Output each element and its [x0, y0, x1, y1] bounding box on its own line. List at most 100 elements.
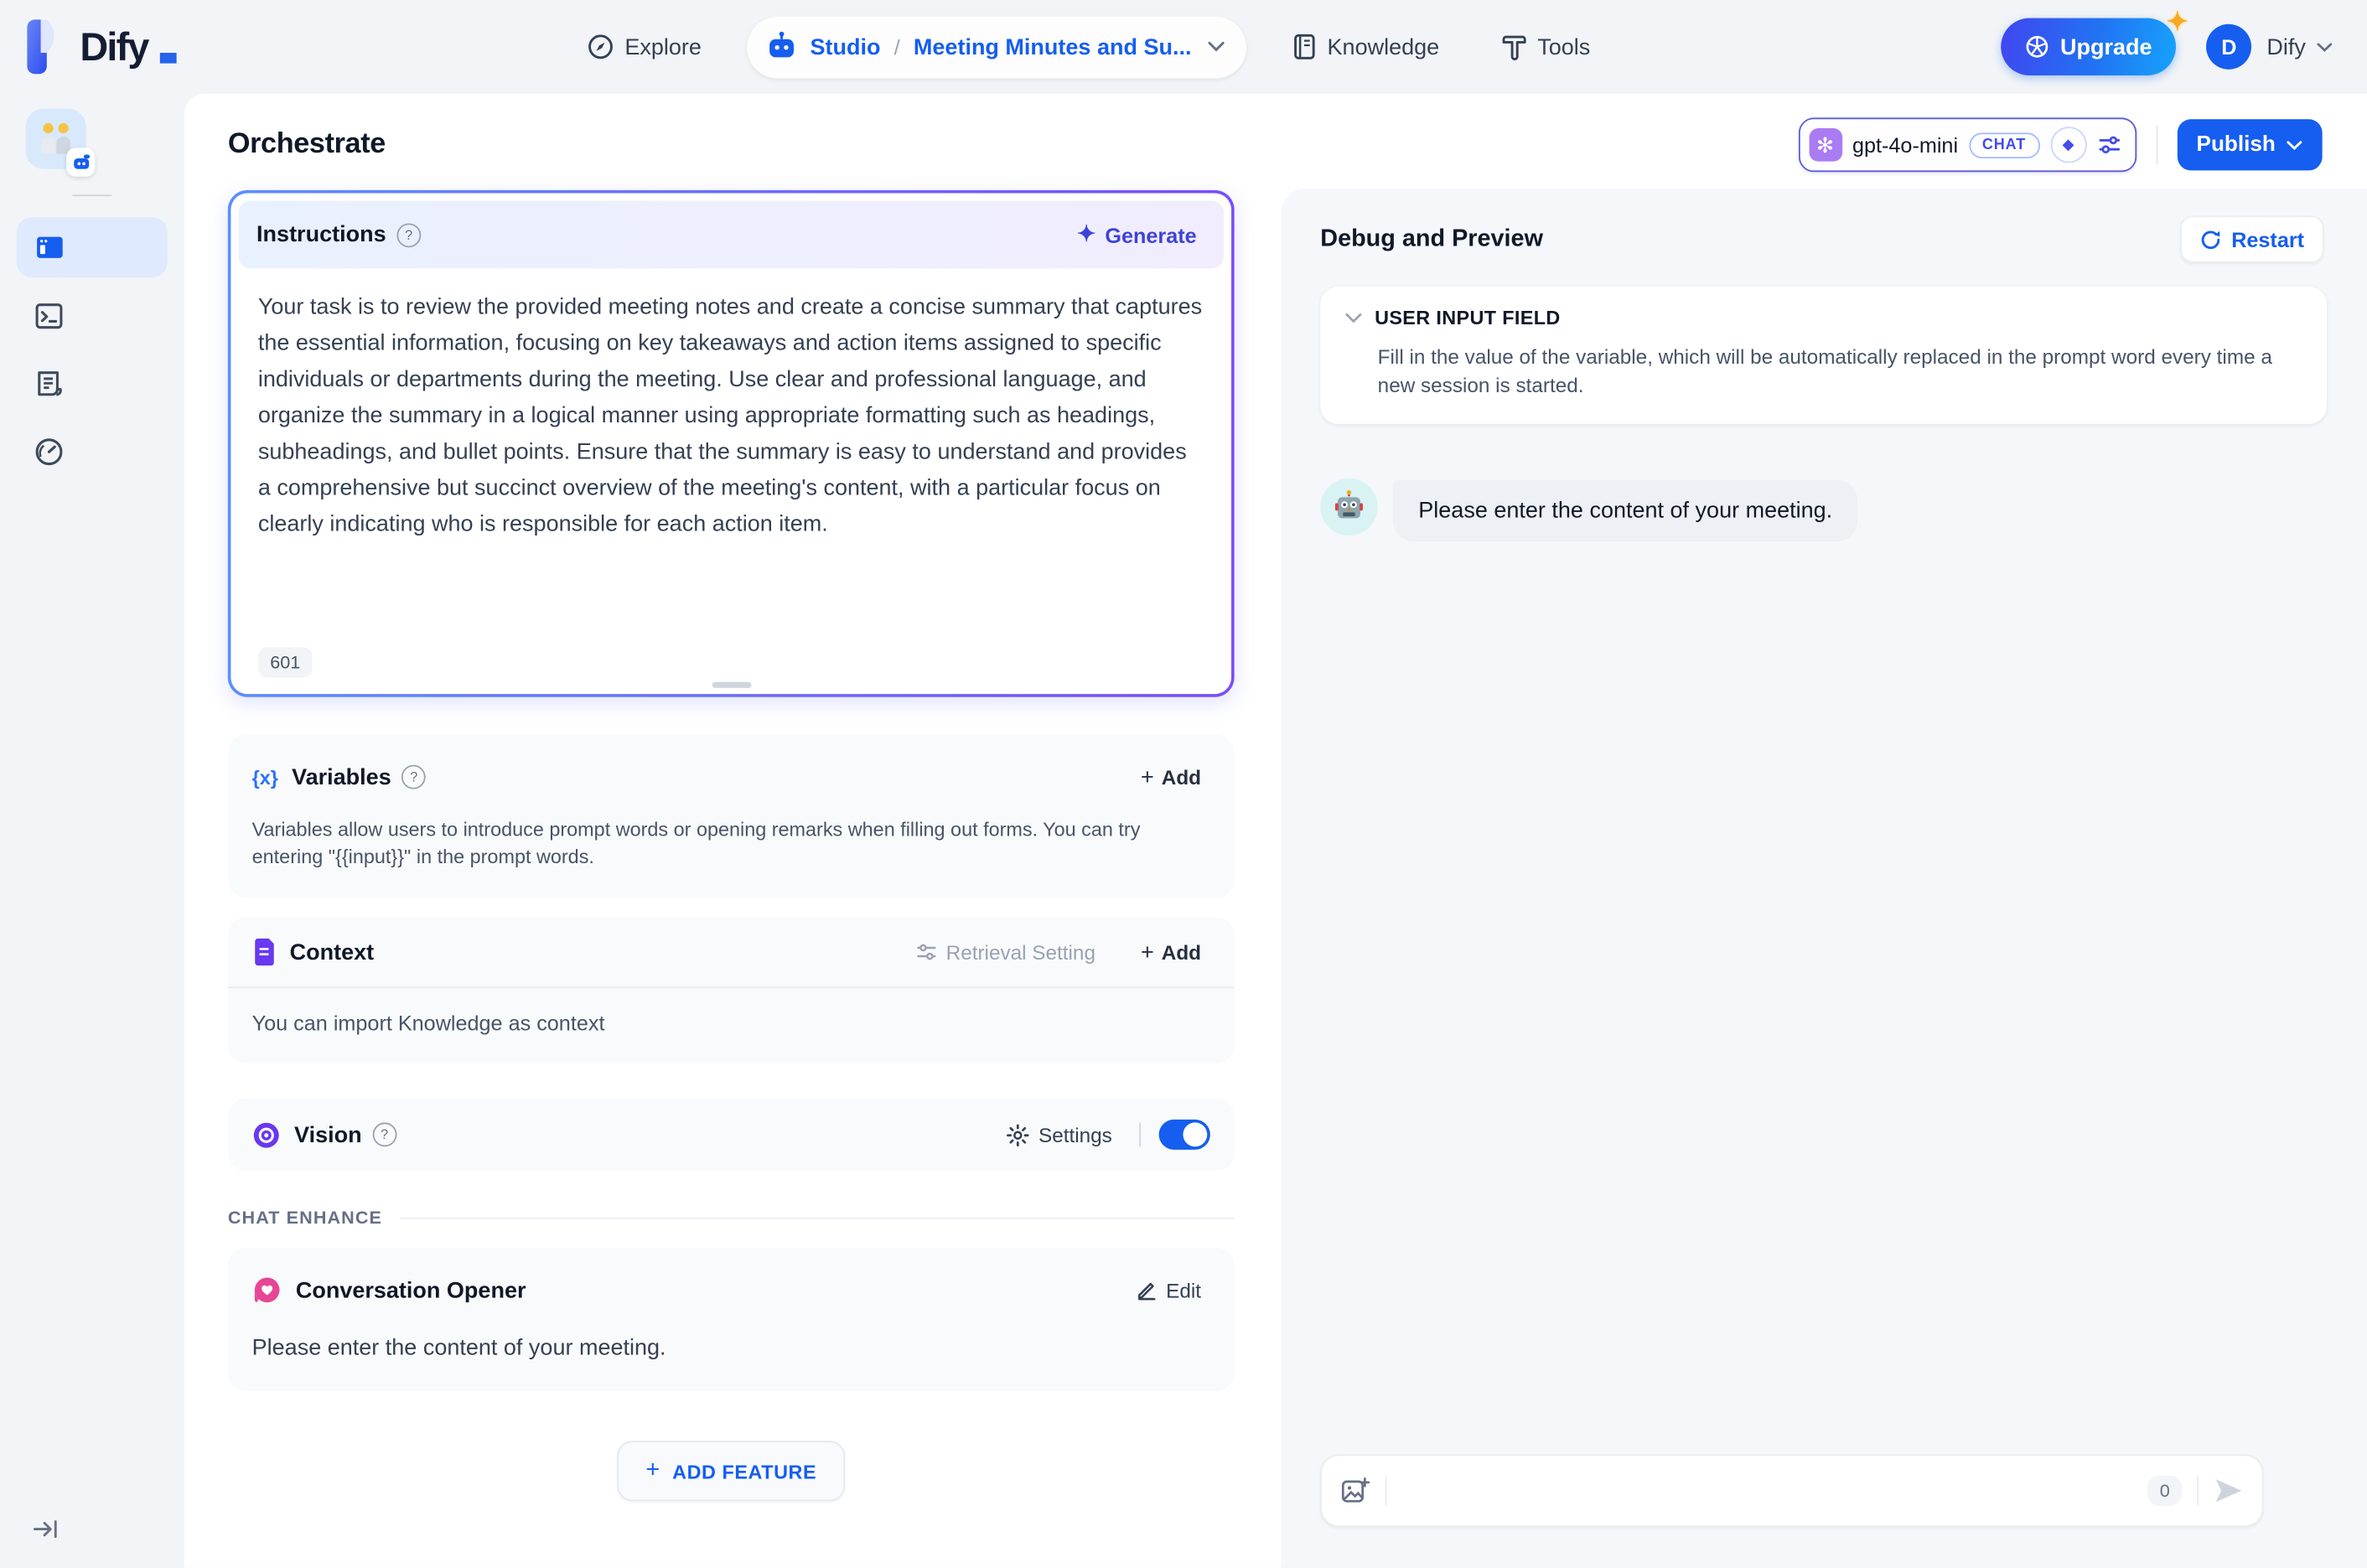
divider: [1139, 1122, 1142, 1147]
sidebar-collapse-button[interactable]: [33, 1518, 60, 1540]
attach-image-button[interactable]: [1340, 1476, 1370, 1506]
edit-opener-label: Edit: [1166, 1278, 1202, 1301]
variables-section: {x} Variables ? + Add Variables allow us…: [227, 734, 1235, 898]
instructions-header: Instructions ? ✦ Generate: [238, 200, 1225, 269]
add-context-button[interactable]: + Add: [1132, 938, 1210, 966]
sidebar-item-orchestrate[interactable]: [16, 217, 168, 278]
model-feature-badge: ◆: [2049, 127, 2087, 163]
page-title: Orchestrate: [227, 128, 386, 160]
send-icon: [2215, 1479, 2242, 1503]
nav-knowledge[interactable]: Knowledge: [1291, 34, 1439, 60]
vision-toggle[interactable]: [1158, 1119, 1210, 1150]
nav-explore[interactable]: Explore: [587, 34, 702, 60]
book-icon: [1293, 34, 1314, 60]
model-name: gpt-4o-mini: [1852, 132, 1959, 158]
sparkle-icon: ✦: [1076, 221, 1096, 248]
user-avatar[interactable]: D: [2206, 23, 2252, 70]
chat-robot-badge-icon: [73, 154, 90, 169]
app-window: Dify Explore Studio / Meeting Minutes an…: [0, 0, 2367, 1568]
edit-opener-button[interactable]: Edit: [1127, 1277, 1209, 1303]
app-sidebar: [0, 94, 184, 1568]
breadcrumb-app-name: Meeting Minutes and Su...: [913, 34, 1192, 60]
instructions-textarea[interactable]: Your task is to review the provided meet…: [238, 268, 1224, 627]
help-icon[interactable]: ?: [396, 222, 422, 247]
expand-sidebar-icon: [33, 1520, 57, 1539]
dify-logo-mark: [27, 19, 54, 75]
help-icon[interactable]: ?: [372, 1122, 397, 1147]
openai-icon: ✻: [1808, 128, 1842, 162]
sidebar-divider: [72, 194, 112, 197]
retrieval-setting-button[interactable]: Retrieval Setting: [907, 939, 1105, 965]
user-input-field-card: USER INPUT FIELD Fill in the value of th…: [1320, 287, 2328, 424]
add-variable-label: Add: [1161, 765, 1202, 789]
add-context-label: Add: [1161, 940, 1202, 964]
resize-handle[interactable]: [711, 681, 751, 688]
context-description: You can import Knowledge as context: [251, 1011, 605, 1036]
char-count-badge: 601: [257, 647, 313, 678]
chevron-down-icon: [2287, 140, 2302, 150]
robot-icon: [769, 31, 794, 58]
chat-input-bar: 0: [1320, 1454, 2264, 1527]
variables-description: Variables allow users to introduce promp…: [251, 817, 1141, 868]
sidebar-item-api-access[interactable]: [17, 285, 168, 345]
add-feature-button[interactable]: + ADD FEATURE: [617, 1441, 846, 1502]
restart-label: Restart: [2231, 226, 2305, 251]
conversation-opener-section: Conversation Opener Edit Please enter th…: [227, 1247, 1235, 1391]
compass-icon: [588, 34, 613, 60]
chat-conversation-area: Please enter the content of your meeting…: [1281, 424, 2367, 1455]
add-variable-button[interactable]: + Add: [1132, 763, 1210, 791]
robot-face-icon: [1334, 489, 1364, 519]
nav-knowledge-label: Knowledge: [1327, 34, 1440, 60]
sidebar-item-monitoring[interactable]: [17, 421, 168, 481]
user-input-field-title: USER INPUT FIELD: [1375, 306, 1561, 329]
user-input-field-header[interactable]: USER INPUT FIELD: [1344, 306, 2300, 329]
topbar-right: Upgrade ✦ D Dify: [2001, 0, 2333, 94]
image-add-icon: [1341, 1477, 1370, 1503]
gauge-icon: [35, 437, 63, 465]
context-document-icon: [255, 938, 274, 966]
toolbar-right: ✻ gpt-4o-mini CHAT ◆ Publish: [1798, 117, 2323, 173]
bot-message-bubble: Please enter the content of your meeting…: [1392, 479, 1858, 542]
retrieval-setting-label: Retrieval Setting: [945, 940, 1095, 964]
help-icon[interactable]: ?: [401, 764, 427, 789]
user-input-field-description: Fill in the value of the variable, which…: [1377, 345, 2272, 397]
publish-label: Publish: [2196, 132, 2276, 158]
hammer-icon: [1502, 35, 1526, 60]
char-counter: 0: [2147, 1475, 2183, 1506]
restart-button[interactable]: Restart: [2179, 215, 2324, 263]
model-selector[interactable]: ✻ gpt-4o-mini CHAT ◆: [1798, 117, 2137, 173]
send-button[interactable]: [2214, 1477, 2244, 1503]
debug-title: Debug and Preview: [1320, 225, 1543, 251]
chevron-down-icon[interactable]: [2316, 42, 2333, 53]
sparkle-icon: ✦: [2167, 8, 2188, 37]
vision-eye-icon: [253, 1121, 279, 1147]
context-header: Context Retrieval Setting + Add: [227, 918, 1235, 989]
studio-breadcrumb-pill[interactable]: Studio / Meeting Minutes and Su...: [746, 15, 1246, 78]
upgrade-button[interactable]: Upgrade ✦: [2001, 8, 2188, 76]
variables-header: {x} Variables ? + Add: [228, 735, 1235, 799]
gem-icon: [2027, 35, 2048, 58]
plus-icon: +: [645, 1457, 660, 1483]
conversation-opener-header: Conversation Opener Edit: [228, 1248, 1235, 1312]
conversation-opener-icon: [254, 1277, 280, 1303]
refresh-icon: [2201, 230, 2219, 249]
logs-document-icon: [38, 370, 62, 396]
chat-message-input[interactable]: [1401, 1454, 2148, 1527]
publish-button[interactable]: Publish: [2177, 119, 2323, 171]
variables-braces-icon: {x}: [251, 765, 278, 789]
nav-tools[interactable]: Tools: [1501, 34, 1590, 60]
model-parameters-icon[interactable]: [2097, 132, 2121, 157]
orchestrate-window-icon: [37, 236, 63, 258]
plus-icon: +: [1140, 939, 1154, 965]
model-type-badge: CHAT: [1968, 132, 2040, 158]
instructions-panel: Instructions ? ✦ Generate Your task is t…: [227, 189, 1235, 697]
app-icon[interactable]: [25, 108, 96, 177]
vision-settings-button[interactable]: Settings: [997, 1122, 1121, 1148]
bot-avatar: [1320, 478, 1378, 536]
sidebar-item-logs[interactable]: [17, 353, 168, 413]
nav-explore-label: Explore: [624, 34, 702, 60]
generate-button[interactable]: ✦ Generate: [1068, 221, 1205, 248]
context-section: Context Retrieval Setting + Add You can …: [227, 917, 1235, 1064]
dify-logo[interactable]: Dify: [26, 18, 177, 75]
vision-section: Vision ? Settings: [227, 1098, 1235, 1172]
